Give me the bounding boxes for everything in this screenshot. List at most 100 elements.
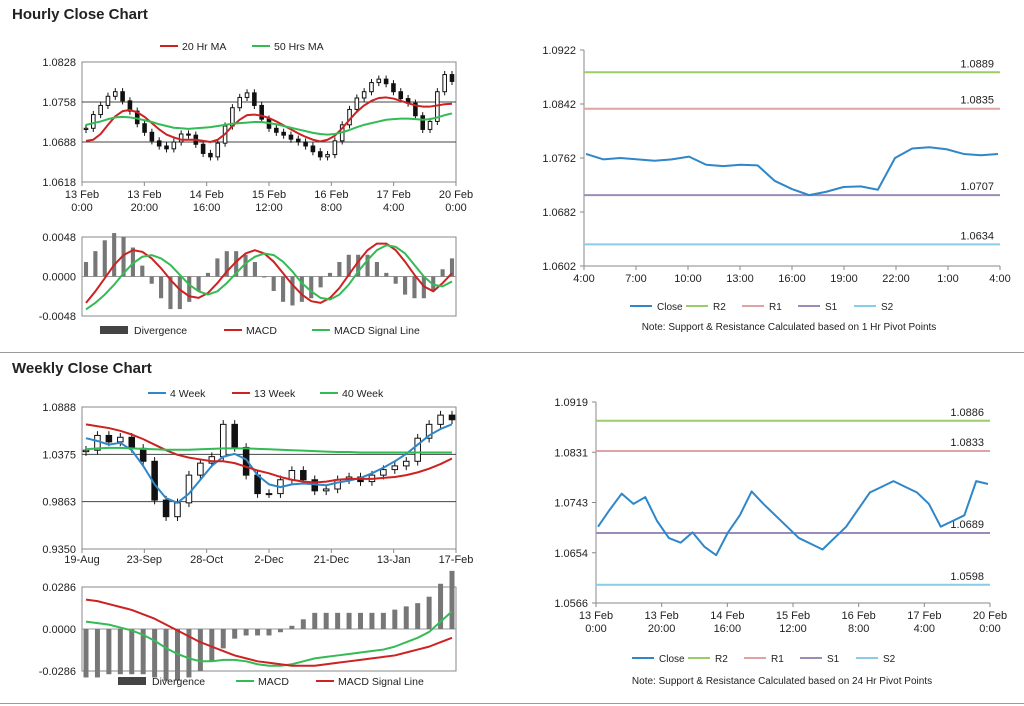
hourly_pivots-legend-label: Close (657, 302, 683, 313)
weekly_macd-divergence-bar (129, 629, 135, 675)
hourly-legend-ma20-label: 20 Hr MA (182, 41, 226, 53)
hourly-legend-divergence-label: Divergence (134, 325, 187, 337)
weekly_price-ytick: 1.0888 (42, 402, 76, 414)
charts-canvas: 20 Hr MA 50 Hrs MA 1.0828 1.0758 1.0688 1.061… (39, 41, 1011, 688)
weekly_pivots-xtick-label: 13 Feb (645, 610, 679, 622)
hourly_macd-divergence-bar (102, 240, 107, 277)
weekly_pivots-ytick: 1.0919 (554, 397, 588, 409)
hourly_pivots-legend-label: S1 (825, 302, 838, 313)
weekly_pivots-xtick-label: 16 Feb (842, 610, 876, 622)
weekly_pivots-xtick-label: 0:00 (585, 623, 606, 635)
hourly_pivots-xtick-label: 4:00 (989, 273, 1010, 285)
hourly_macd-divergence-bar (93, 251, 98, 277)
weekly_macd-divergence-bar (197, 629, 203, 671)
weekly-legend-13wk-label: 13 Week (254, 388, 296, 400)
weekly_price-candle-body (128, 436, 136, 449)
hourly_pivots-level-label: 1.0835 (960, 95, 994, 107)
weekly_pivots-xtick-label: 4:00 (914, 623, 935, 635)
weekly_price-candle-body (300, 470, 307, 481)
hourly_pivots-xtick-label: 19:00 (830, 273, 858, 285)
hourly_price-candle-body (398, 91, 404, 100)
hourly_macd-ytick: 0.0000 (42, 272, 76, 284)
hourly_price-candle-body (120, 91, 125, 102)
weekly_macd-ytick: -0.0286 (39, 666, 76, 678)
hourly_macd-divergence-bar (177, 276, 182, 310)
hourly_macd-divergence-bar (112, 233, 117, 277)
weekly_macd-divergence-bar (449, 570, 455, 629)
hourly_price-candle-body (105, 95, 111, 106)
hourly_macd-divergence-bar (440, 269, 445, 277)
weekly_macd-divergence-bar (392, 609, 398, 629)
weekly_macd-divergence-bar (369, 612, 375, 629)
hourly_price-candle-body (252, 92, 257, 106)
weekly_price-candle-body (334, 479, 341, 490)
weekly_price-xtick-label: 21-Dec (314, 554, 350, 566)
hourly-legend-ma50-label: 50 Hrs MA (274, 41, 324, 53)
weekly-legend-divergence-swatch (118, 677, 146, 685)
hourly_price-candle-body (208, 152, 213, 158)
hourly_pivots-level-label: 1.0889 (960, 58, 994, 70)
hourly_pivots-legend-label: S2 (881, 302, 894, 313)
hourly_price-xtick-label: 0:00 (445, 202, 466, 214)
hourly_macd-ytick: 0.0048 (42, 232, 76, 244)
weekly_macd-divergence-bar (152, 629, 158, 678)
weekly_macd-divergence-bar (117, 629, 123, 675)
hourly_macd-divergence-bar (262, 276, 267, 278)
hourly_price-candle-body (178, 133, 184, 143)
hourly_price-ytick: 1.0828 (42, 57, 76, 69)
hourly_price-candle-body (149, 131, 155, 142)
hourly_pivots-xtick-label: 10:00 (674, 273, 702, 285)
weekly_macd-divergence-bar (380, 612, 386, 629)
hourly_price-candle-body (376, 78, 382, 84)
weekly_pivots-xtick-label: 0:00 (979, 623, 1000, 635)
weekly-legend-divergence-label: Divergence (152, 676, 205, 688)
weekly-legend-signal-label: MACD Signal Line (338, 676, 424, 688)
hourly_price-xtick-label: 16:00 (193, 202, 221, 214)
hourly_pivots-xtick-label: 1:00 (937, 273, 958, 285)
hourly_pivots-xtick-label: 22:00 (882, 273, 910, 285)
weekly_price-xtick-label: 17-Feb (439, 554, 474, 566)
weekly_pivots-level-label: 1.0886 (950, 407, 984, 419)
hourly_price-xtick-label: 16 Feb (314, 189, 348, 201)
weekly_pivots-xtick-label: 20 Feb (973, 610, 1007, 622)
weekly_macd-divergence-bar (220, 629, 226, 649)
weekly_pivots-legend-label: R2 (715, 654, 728, 665)
weekly_price-candle-body (322, 488, 330, 492)
hourly_macd-ytick: -0.0048 (39, 311, 76, 323)
hourly_price-candle-body (391, 83, 396, 93)
hourly_price-candle-body (200, 143, 206, 154)
weekly_pivots-legend-label: R1 (771, 654, 784, 665)
weekly_macd-ytick: 0.0000 (42, 624, 76, 636)
hourly_pivots-ytick: 1.0842 (542, 99, 576, 111)
hourly_price-xtick-label: 8:00 (321, 202, 342, 214)
hourly_price-xtick-label: 13 Feb (65, 189, 99, 201)
weekly_macd-divergence-bar (346, 612, 352, 629)
weekly_pivots-level-label: 1.0598 (950, 571, 984, 583)
weekly-legend-4wk-label: 4 Week (170, 388, 206, 400)
weekly_pivots-legend-label: S2 (883, 654, 896, 665)
hourly_price-candle-body (156, 140, 162, 147)
hourly_price-xtick-label: 14 Feb (190, 189, 224, 201)
hourly_price-candle-body (310, 145, 316, 153)
hourly_price-ytick: 1.0688 (42, 137, 76, 149)
weekly_price-candle-body (414, 437, 421, 462)
weekly_pivots-level-label: 1.0833 (950, 437, 984, 449)
weekly_price-ytick: 0.9863 (42, 497, 76, 509)
weekly_macd-divergence-bar (312, 612, 318, 629)
weekly_price-candle-body (162, 499, 170, 518)
hourly_price-ytick: 1.0618 (42, 177, 76, 189)
weekly_macd-divergence-bar (403, 606, 409, 629)
weekly-pivot-note: Note: Support & Resistance Calculated ba… (632, 676, 932, 687)
hourly_price-candle-body (142, 123, 147, 133)
hourly-legend-signal-label: MACD Signal Line (334, 325, 420, 337)
hourly_macd-divergence-bar (140, 265, 145, 277)
hourly_price-xtick-label: 13 Feb (127, 189, 161, 201)
weekly_price-candle-body (139, 447, 147, 462)
weekly_macd-divergence-bar (106, 629, 112, 675)
hourly_price-candle-body (91, 114, 96, 129)
hourly_price-candle-body (186, 133, 191, 136)
hourly_price-xtick-label: 20:00 (131, 202, 159, 214)
hourly_price-candle-body (332, 140, 338, 156)
hourly_price-candle-body (112, 91, 118, 97)
weekly_pivots-ytick: 1.0566 (554, 598, 588, 610)
